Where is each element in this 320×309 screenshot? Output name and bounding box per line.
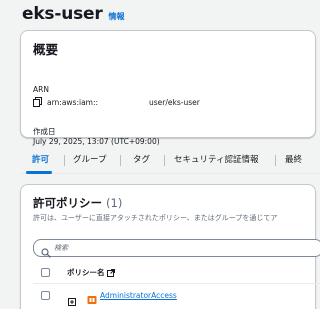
- arn-label: ARN: [33, 85, 49, 94]
- search-box: [33, 239, 320, 258]
- summary-title: 概要: [33, 42, 59, 57]
- aws-managed-policy-icon: [87, 290, 97, 304]
- external-link-icon: [106, 268, 115, 277]
- page-header: eks-user 情報: [22, 4, 125, 26]
- tab-separator: [120, 155, 121, 166]
- tab-security-credentials[interactable]: セキュリティ認証情報: [174, 153, 259, 165]
- tab-bar: 許可 グループ タグ セキュリティ認証情報 最終: [20, 148, 320, 174]
- info-link[interactable]: 情報: [109, 11, 125, 22]
- tab-permissions[interactable]: 許可: [32, 153, 49, 165]
- policies-title: 許可ポリシー (1): [33, 195, 122, 211]
- expand-icon[interactable]: [68, 291, 76, 306]
- search-icon: [41, 243, 51, 258]
- created-label: 作成日: [33, 127, 56, 136]
- tab-separator: [164, 155, 165, 166]
- summary-card: 概要 ARN arn:aws:iam:: user/eks-user 作成日 J…: [20, 30, 316, 146]
- policy-link-administratoraccess[interactable]: AdministratorAccess: [100, 291, 177, 300]
- arn-prefix: arn:aws:iam::: [47, 98, 99, 107]
- column-header-label: ポリシー名: [67, 268, 105, 277]
- copy-icon[interactable]: [33, 97, 42, 107]
- arn-suffix: user/eks-user: [149, 98, 200, 107]
- permissions-policies-card: 許可ポリシー (1) 許可は、ユーザーに直接アタッチされたポリシー、またはグルー…: [20, 184, 320, 309]
- column-header-policy-name[interactable]: ポリシー名: [67, 267, 115, 278]
- tab-last-accessed[interactable]: 最終: [285, 153, 302, 165]
- policies-description: 許可は、ユーザーに直接アタッチされたポリシー、またはグループを通じてア: [33, 214, 278, 222]
- tab-tags[interactable]: タグ: [133, 153, 150, 165]
- policies-title-text: 許可ポリシー: [33, 196, 102, 210]
- tab-separator: [64, 155, 65, 166]
- row-divider: [33, 283, 320, 284]
- created-value: July 29, 2025, 13:07 (UTC+09:00): [33, 137, 160, 146]
- page-title: eks-user: [22, 4, 103, 24]
- select-all-checkbox[interactable]: [41, 268, 50, 277]
- policies-count: (1): [106, 196, 123, 210]
- tab-separator: [275, 155, 276, 166]
- row-checkbox[interactable]: [41, 291, 50, 300]
- tab-groups[interactable]: グループ: [73, 153, 107, 165]
- search-input[interactable]: [54, 241, 304, 255]
- active-tab-indicator: [26, 171, 52, 174]
